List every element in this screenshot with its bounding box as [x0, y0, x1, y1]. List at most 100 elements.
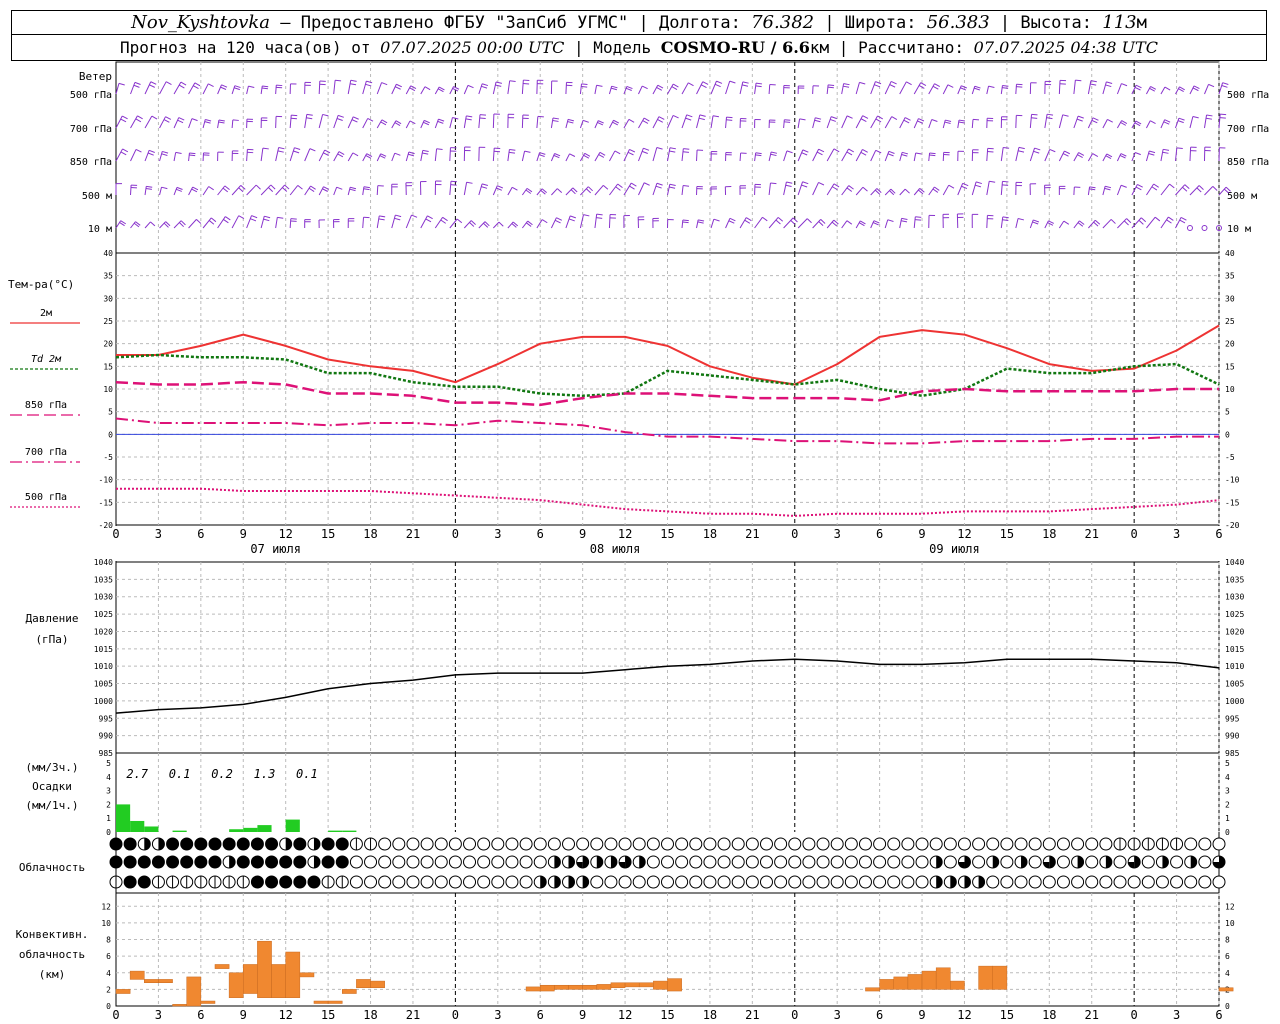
wind-barb-feather	[1092, 117, 1099, 121]
wind-barb-feather	[744, 219, 751, 224]
wind-barb-staff	[362, 118, 369, 129]
x-hour-label: 6	[197, 527, 204, 541]
wind-barb-staff	[899, 81, 907, 95]
wind-barb-feather	[656, 182, 663, 186]
wind-barb	[942, 119, 952, 129]
wind-barb-feather	[349, 188, 356, 192]
wind-barb	[1117, 218, 1132, 229]
wind-barb	[725, 217, 736, 229]
cloud-symbol	[972, 855, 986, 869]
cloud-symbol	[265, 855, 279, 869]
cloud-circle	[505, 875, 519, 889]
wind-barb-staff	[1087, 186, 1091, 196]
wind-barb-feather	[786, 150, 793, 154]
wind-barb	[115, 148, 129, 162]
wind-barb-feather	[728, 220, 735, 224]
cloud-symbol	[1184, 837, 1198, 851]
wind-barb	[115, 82, 125, 95]
wind-barb	[797, 181, 809, 196]
wind-barb-feather	[290, 117, 297, 120]
wind-barb-feather	[669, 147, 676, 150]
wind-barb-feather	[1094, 219, 1101, 225]
cloud-fill-quarter	[1043, 862, 1050, 868]
cloud-symbol	[1000, 875, 1014, 889]
wind-barb-feather	[974, 85, 981, 89]
cloud-circle	[830, 837, 844, 851]
wind-barb-staff	[565, 215, 571, 229]
x-hour-label-bottom: 9	[918, 1008, 925, 1022]
cloud-fill-full	[138, 876, 151, 888]
cloud-symbol	[137, 855, 151, 869]
wind-barb	[928, 83, 940, 95]
cloud-symbol	[618, 875, 632, 889]
wind-barb-staff	[884, 219, 889, 229]
x-hour-label-bottom: 0	[1131, 1008, 1138, 1022]
wind-barb	[971, 149, 979, 162]
cloud-symbol	[321, 875, 335, 889]
temp-ytick-label-right: 15	[1225, 362, 1235, 371]
wind-barb-feather	[250, 218, 257, 222]
x-hour-label: 6	[537, 527, 544, 541]
wind-barb	[855, 149, 868, 162]
wind-barb	[942, 213, 950, 229]
wind-barb-feather	[118, 82, 125, 86]
wind-barb	[434, 86, 445, 95]
wind-barb-feather	[261, 87, 268, 90]
cloud-circle	[448, 837, 462, 851]
wind-barb	[971, 213, 979, 229]
wind-barb-staff	[1102, 186, 1106, 196]
x-hour-label: 18	[363, 527, 377, 541]
cloud-symbol	[208, 875, 222, 889]
wind-barb-feather	[657, 84, 664, 89]
wind-barb-feather	[162, 150, 169, 154]
cloud-symbol	[618, 855, 632, 869]
cloud-fill-full	[124, 856, 137, 868]
wind-barb	[550, 217, 563, 229]
wind-barb	[1044, 80, 1052, 95]
wind-barb-staff	[391, 84, 397, 95]
cloud-symbol	[392, 875, 406, 889]
wind-barb-feather	[697, 221, 704, 224]
wind-barb-staff	[899, 117, 906, 129]
cloud-circle	[858, 875, 872, 889]
wind-barb	[333, 114, 344, 129]
cloud-fill-full	[223, 838, 236, 850]
wind-barb-feather	[1179, 219, 1186, 224]
wind-barb-staff	[289, 185, 299, 196]
wind-barb	[434, 118, 445, 129]
conv-ytick-label: 4	[106, 969, 111, 978]
wind-barb	[1073, 152, 1085, 162]
wind-barb-feather	[1212, 185, 1218, 191]
wind-barb-feather	[929, 154, 936, 157]
conv-bar	[554, 984, 569, 990]
wind-barb	[231, 119, 239, 129]
wind-barb-feather	[596, 217, 603, 219]
wind-barb-feather	[975, 184, 982, 188]
wind-barb-feather	[1121, 83, 1128, 87]
cloud-symbol	[1000, 855, 1014, 869]
cloud-symbol	[943, 875, 957, 889]
cloud-symbol	[434, 855, 448, 869]
wind-barb-feather	[1077, 154, 1083, 159]
wind-barb-feather	[178, 117, 185, 121]
conv-bar	[327, 1000, 343, 1004]
cloud-symbol	[703, 837, 717, 851]
wind-barb-feather	[381, 82, 388, 86]
wind-barb-feather	[745, 217, 752, 222]
wind-barb-feather	[120, 118, 127, 123]
wind-barb-feather	[843, 83, 850, 86]
wind-barb-feather	[581, 85, 588, 88]
cloud-symbol	[335, 855, 349, 869]
wind-barb-staff	[928, 186, 935, 196]
wind-barb-feather	[656, 86, 663, 91]
wind-barb-staff	[841, 220, 848, 229]
wind-barb-staff	[826, 148, 835, 162]
wind-barb	[507, 221, 519, 229]
wind-barb-feather	[712, 115, 720, 118]
precip-ytick-label-right: 0	[1225, 828, 1230, 837]
cloud-symbol	[1071, 855, 1085, 869]
wind-barb-staff	[405, 85, 412, 95]
wind-barb-feather	[511, 186, 518, 191]
x-hour-label-bottom: 6	[537, 1008, 544, 1022]
wind-barb	[826, 183, 840, 196]
